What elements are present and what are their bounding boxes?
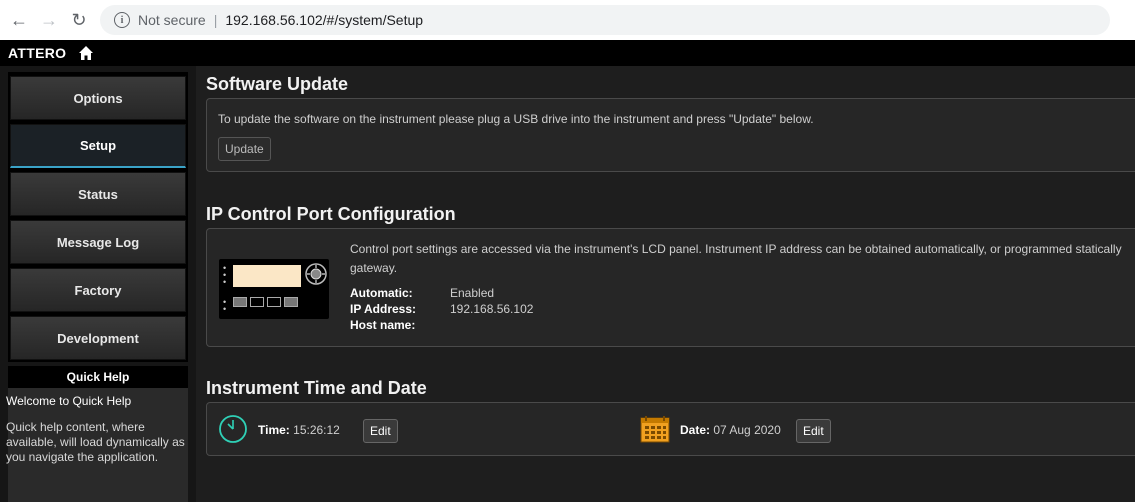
edit-date-button[interactable]: Edit (796, 419, 831, 443)
brand-logo: ATTERO (8, 45, 67, 61)
software-update-title: Software Update (206, 74, 349, 94)
ip-address-row: IP Address: 192.168.56.102 (350, 302, 533, 316)
quick-help-title: Quick Help (8, 366, 188, 388)
time-field: Time: 15:26:12 (258, 423, 340, 437)
time-value: 15:26:12 (293, 423, 340, 437)
sidebar-item-label: Factory (74, 282, 122, 298)
port-row (233, 297, 298, 307)
forward-arrow-icon[interactable]: → (36, 7, 62, 33)
sidebar-item-label: Message Log (56, 234, 140, 250)
calendar-icon (640, 416, 670, 443)
automatic-value: Enabled (450, 286, 495, 300)
main-content: Software Update To update the software o… (196, 66, 1135, 502)
url-text: 192.168.56.102/#/system/Setup (225, 12, 424, 28)
sidebar-item-label: Status (78, 186, 118, 202)
app-header: ATTERO (0, 40, 1135, 66)
sidebar-item-options[interactable]: Options (10, 76, 186, 120)
sidebar-item-status[interactable]: Status (10, 172, 186, 216)
automatic-row: Automatic: Enabled (350, 286, 494, 300)
led-dots: • • • (223, 263, 227, 287)
sidebar: Options Setup Status Message Log Factory… (0, 66, 196, 502)
sidebar-item-label: Development (57, 330, 139, 346)
info-icon[interactable]: i (114, 12, 130, 28)
ip-address-value: 192.168.56.102 (450, 302, 534, 316)
software-update-panel: To update the software on the instrument… (206, 98, 1135, 172)
quick-help-body: Quick help content, where available, wil… (6, 420, 185, 464)
automatic-label: Automatic: (350, 286, 413, 300)
home-icon[interactable] (78, 45, 94, 61)
address-bar[interactable]: i Not secure | 192.168.56.102/#/system/S… (100, 5, 1110, 35)
sidebar-item-message-log[interactable]: Message Log (10, 220, 186, 264)
back-arrow-icon[interactable]: ← (6, 7, 32, 33)
software-update-description: To update the software on the instrument… (218, 112, 814, 126)
date-value: 07 Aug 2020 (713, 423, 781, 437)
address-separator: | (213, 12, 218, 28)
ethernet-port-icon (250, 297, 264, 307)
sidebar-item-factory[interactable]: Factory (10, 268, 186, 312)
host-name-label: Host name: (350, 318, 416, 332)
update-button[interactable]: Update (218, 137, 271, 161)
ethernet-port-icon (284, 297, 298, 307)
browser-toolbar: ← → ↻ i Not secure | 192.168.56.102/#/sy… (0, 0, 1135, 40)
date-field: Date: 07 Aug 2020 (680, 423, 781, 437)
sidebar-item-label: Options (73, 90, 123, 106)
quick-help-welcome: Welcome to Quick Help (6, 394, 132, 408)
sidebar-item-development[interactable]: Development (10, 316, 186, 360)
date-label: Date: (680, 423, 711, 437)
ip-config-description: Control port settings are accessed via t… (350, 242, 1122, 275)
instrument-front-panel-image: • • • • • (219, 259, 329, 319)
time-date-panel: Time: 15:26:12 Edit Date: 07 Aug 2020 Ed… (206, 402, 1135, 456)
sidebar-nav: Options Setup Status Message Log Factory… (8, 72, 188, 362)
control-knob-icon (305, 263, 327, 285)
ethernet-port-icon (233, 297, 247, 307)
reload-icon[interactable]: ↻ (66, 7, 92, 33)
host-name-row: Host name: (350, 318, 450, 332)
sidebar-item-label: Setup (79, 138, 117, 153)
security-label: Not secure (138, 12, 206, 28)
ip-config-title: IP Control Port Configuration (206, 204, 456, 224)
quick-help-panel: Quick Help Welcome to Quick Help Quick h… (6, 366, 188, 502)
ip-config-panel: • • • • • Control port settings are accesse… (206, 228, 1135, 347)
time-label: Time: (258, 423, 290, 437)
ip-address-label: IP Address: (350, 302, 417, 316)
edit-time-button[interactable]: Edit (363, 419, 398, 443)
clock-icon (219, 415, 247, 443)
led-dots-lower: • • (223, 297, 227, 314)
time-date-title: Instrument Time and Date (206, 378, 427, 398)
lcd-display (233, 265, 301, 287)
ethernet-port-icon (267, 297, 281, 307)
sidebar-item-setup[interactable]: Setup (10, 124, 186, 168)
